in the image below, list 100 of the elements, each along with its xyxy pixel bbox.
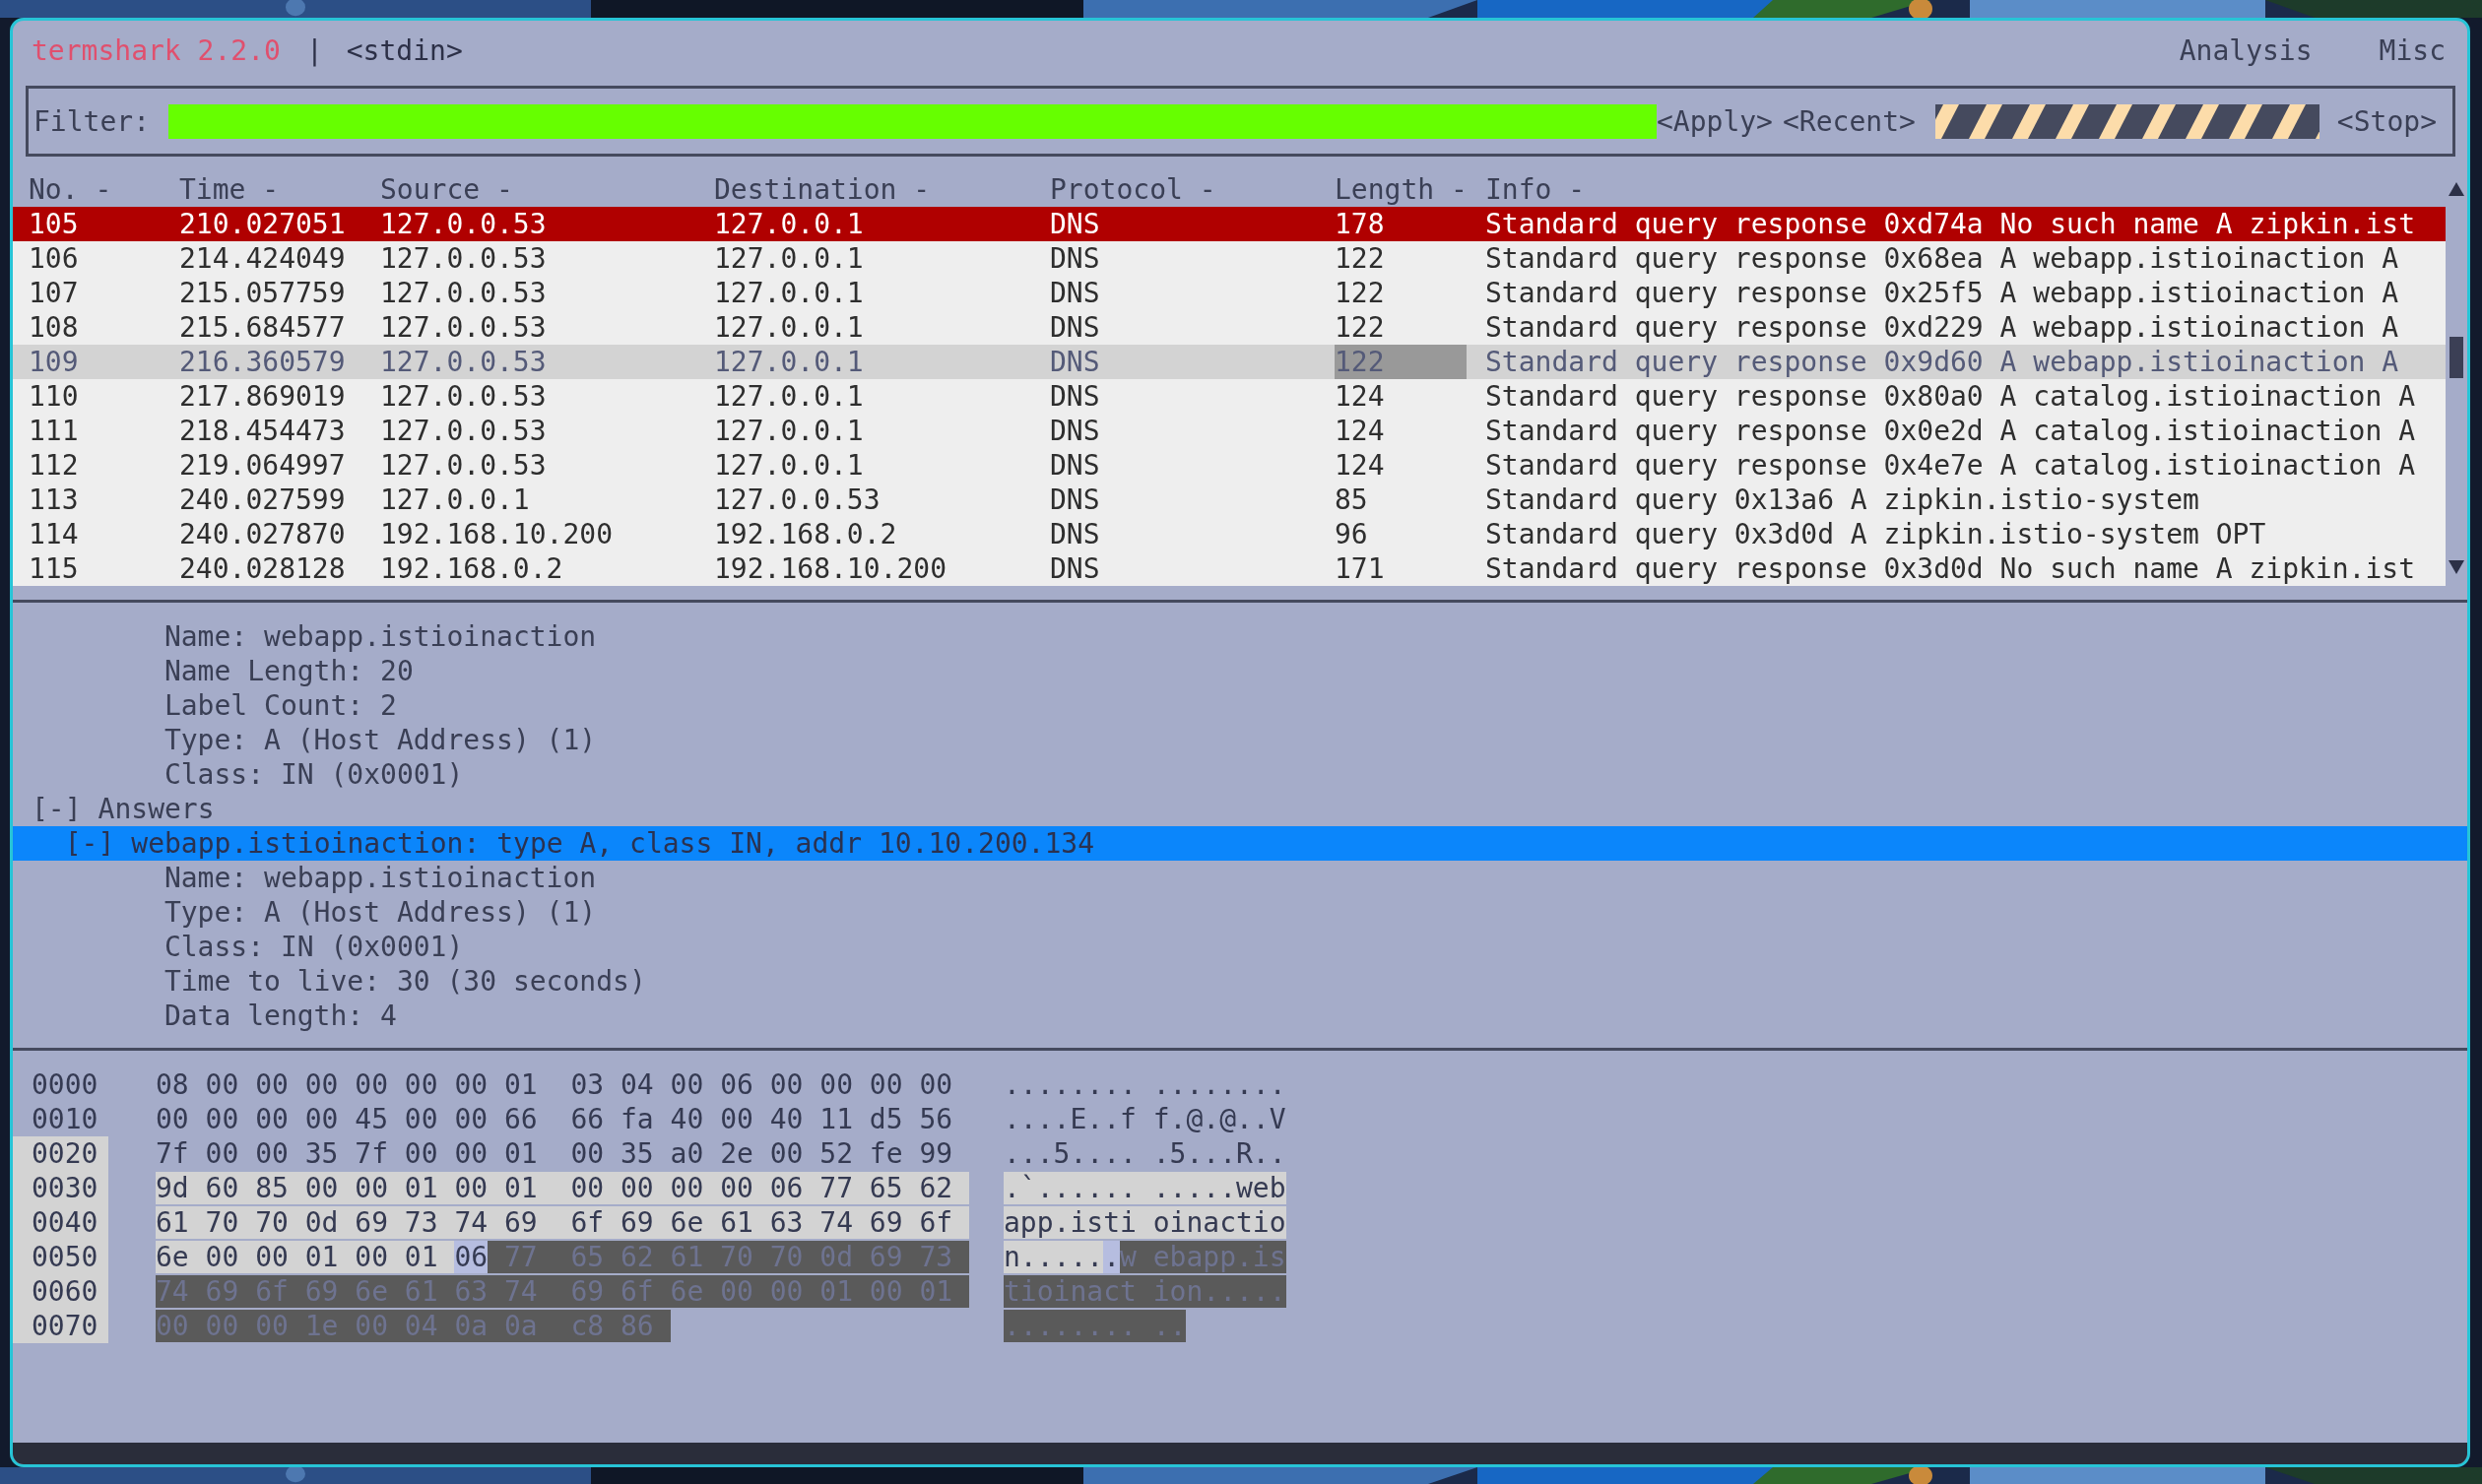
hex-bytes: 06 — [454, 1241, 489, 1273]
table-cell-text: 127.0.0.53 — [380, 345, 548, 379]
table-cell-text: DNS — [1050, 310, 1101, 345]
ascii-text: ........ — [1004, 1310, 1153, 1342]
ascii-text: oinactio — [1152, 1206, 1286, 1239]
table-cell-text: 124 — [1335, 414, 1386, 448]
hex-bytes: 6e 00 00 01 00 01 — [156, 1241, 455, 1273]
tree-label[interactable]: Time to live: 30 (30 seconds) — [163, 965, 646, 998]
scroll-thumb[interactable] — [2449, 337, 2463, 378]
separator: | — [305, 33, 323, 69]
table-cell-text: 96 — [1335, 517, 1369, 551]
table-cell-text: DNS — [1050, 483, 1101, 517]
packet-row[interactable]: 105 210.027051 127.0.0.53 127.0.0.1 DNS 178 Standard query response 0xd74a No such name A zipkin.ist — [13, 207, 2446, 241]
tree-label[interactable]: webapp.istioinaction: type A, class IN, addr 10.10.200.134 — [131, 827, 1095, 860]
table-cell-text: 215.684577 — [179, 310, 347, 345]
column-header[interactable]: Protocol - — [1050, 172, 1335, 207]
table-cell-text: 113 — [29, 483, 80, 517]
packet-row[interactable]: 108 215.684577 127.0.0.53 127.0.0.1 DNS 122 Standard query response 0xd229 A webapp.istioinaction A — [13, 310, 2446, 345]
packet-row[interactable]: 114 240.027870 192.168.10.200 192.168.0.2 DNS 96 Standard query 0x3d0d A zipkin.istio-system OPT — [13, 517, 2446, 551]
table-cell-text: 110 — [29, 379, 80, 414]
table-cell-text: 122 — [1335, 310, 1386, 345]
table-cell-text: 218.454473 — [179, 414, 347, 448]
table-cell-text: 192.168.10.200 — [714, 551, 947, 586]
table-cell: 122 — [1335, 345, 1467, 379]
column-header[interactable]: Time - — [179, 172, 380, 207]
hex-bytes: 61 70 70 0d 69 73 74 69 — [156, 1206, 571, 1239]
packet-row[interactable]: 113 240.027599 127.0.0.1 127.0.0.53 DNS 85 Standard query 0x13a6 A zipkin.istio-system — [13, 483, 2446, 517]
packet-row[interactable]: 106 214.424049 127.0.0.53 127.0.0.1 DNS 122 Standard query response 0x68ea A webapp.istioinaction A — [13, 241, 2446, 276]
offset-cell: 0050 — [13, 1240, 108, 1274]
ascii-text: .5...R.. — [1152, 1137, 1286, 1170]
table-cell-text: 127.0.0.1 — [714, 241, 865, 276]
table-cell-text: 115 — [29, 551, 80, 586]
packet-row[interactable]: 115 240.028128 192.168.0.2 192.168.10.200 DNS 171 Standard query response 0x3d0d No such name A zipkin.ist — [13, 551, 2446, 586]
tree-label[interactable]: Label Count: 2 — [163, 689, 397, 722]
tree-label[interactable]: Name: webapp.istioinaction — [163, 620, 597, 653]
table-cell-text: DNS — [1050, 517, 1101, 551]
scroll-down-icon[interactable] — [2449, 560, 2464, 574]
recent-button[interactable]: <Recent> — [1783, 103, 1916, 139]
offset-cell: 0040 — [13, 1205, 108, 1240]
expand-toggle[interactable]: [-] — [32, 793, 82, 825]
offset-cell: 0020 — [13, 1136, 108, 1171]
ascii-text: .`...... — [1004, 1172, 1153, 1204]
filter-label: Filter: — [33, 103, 150, 139]
hex-bytes: 9d 60 85 00 00 01 00 01 — [156, 1172, 571, 1204]
packet-row[interactable]: 109 216.360579 127.0.0.53 127.0.0.1 DNS 122 Standard query response 0x9d60 A webapp.istioinaction A — [13, 345, 2446, 379]
filter-field[interactable] — [168, 103, 1657, 139]
packet-row[interactable]: 112 219.064997 127.0.0.53 127.0.0.1 DNS 124 Standard query response 0x4e7e A catalog.istioinaction A — [13, 448, 2446, 483]
ascii-text: .. — [1152, 1310, 1187, 1342]
tree-label[interactable]: Answers — [98, 793, 215, 825]
table-cell-text: Standard query response 0xd229 A webapp.istioinaction A — [1485, 310, 2400, 345]
tree-label[interactable]: Data length: 4 — [163, 1000, 397, 1032]
table-cell-text: DNS — [1050, 345, 1101, 379]
table-cell-text: 127.0.0.53 — [380, 241, 548, 276]
table-cell-text: 107 — [29, 276, 80, 310]
offset-cell: 0060 — [13, 1274, 108, 1309]
table-cell-text: 240.027599 — [179, 483, 347, 517]
tree-label[interactable]: Type: A (Host Address) (1) — [163, 896, 597, 929]
table-cell-text: 124 — [1335, 379, 1386, 414]
table-cell-text: 127.0.0.1 — [380, 483, 531, 517]
column-header[interactable]: Source - — [380, 172, 714, 207]
offset-cell-text: 0010 — [31, 1102, 99, 1136]
ascii-text: n..... — [1004, 1241, 1104, 1273]
apply-button[interactable]: <Apply> — [1656, 103, 1773, 139]
ascii-text: ........ — [1152, 1068, 1286, 1101]
table-cell-text: 85 — [1335, 483, 1369, 517]
column-header[interactable]: No. - — [29, 172, 179, 207]
ascii-text: ........ — [1004, 1068, 1138, 1101]
table-cell-text: Standard query response 0x68ea A webapp.istioinaction A — [1485, 241, 2400, 276]
tree-label[interactable]: Type: A (Host Address) (1) — [163, 724, 597, 756]
packet-row[interactable]: 110 217.869019 127.0.0.53 127.0.0.1 DNS 124 Standard query response 0x80a0 A catalog.istioinaction A — [13, 379, 2446, 414]
table-cell-text: Standard query response 0x0e2d A catalog.istioinaction A — [1485, 414, 2416, 448]
table-cell-text: 127.0.0.53 — [714, 483, 882, 517]
table-cell-text: DNS — [1050, 276, 1101, 310]
tree-label[interactable]: Class: IN (0x0001) — [163, 758, 464, 791]
tree-row[interactable]: [-] webapp.istioinaction: type A, class IN, addr 10.10.200.134 — [13, 826, 2467, 861]
table-cell-text: 127.0.0.53 — [380, 207, 548, 241]
packet-row[interactable]: 111 218.454473 127.0.0.53 127.0.0.1 DNS 124 Standard query response 0x0e2d A catalog.istioinaction A — [13, 414, 2446, 448]
tree-label[interactable]: Name Length: 20 — [163, 655, 414, 687]
table-cell-text: Standard query response 0x4e7e A catalog.istioinaction A — [1485, 448, 2416, 483]
table-cell-text: 109 — [29, 345, 80, 379]
scroll-up-icon[interactable] — [2449, 182, 2464, 196]
tree-label[interactable]: Class: IN (0x0001) — [163, 931, 464, 963]
packet-row[interactable]: 107 215.057759 127.0.0.53 127.0.0.1 DNS 122 Standard query response 0x25f5 A webapp.istioinaction A — [13, 276, 2446, 310]
column-header[interactable]: Info - — [1485, 172, 2446, 207]
table-cell-text: Standard query response 0x9d60 A webapp.istioinaction A — [1485, 345, 2400, 379]
column-header[interactable]: Length - — [1335, 172, 1485, 207]
column-header[interactable]: Destination - — [714, 172, 1050, 207]
source-label: <stdin> — [346, 33, 463, 69]
stop-button[interactable]: <Stop> — [2336, 103, 2437, 139]
menu-item[interactable]: Misc — [2379, 33, 2446, 69]
offset-cell-text: 0000 — [31, 1067, 99, 1102]
table-cell-text: 122 — [1335, 276, 1386, 310]
expand-toggle[interactable]: [-] — [64, 827, 115, 860]
table-cell-text: 124 — [1335, 448, 1386, 483]
table-cell-text: 114 — [29, 517, 80, 551]
app-title: termshark 2.2.0 — [32, 33, 281, 69]
tree-label[interactable]: Name: webapp.istioinaction — [163, 862, 597, 894]
table-cell-text: Standard query response 0x25f5 A webapp.istioinaction A — [1485, 276, 2400, 310]
menu-item[interactable]: Analysis — [2179, 33, 2313, 69]
ascii-text: ....E..f — [1004, 1103, 1138, 1135]
